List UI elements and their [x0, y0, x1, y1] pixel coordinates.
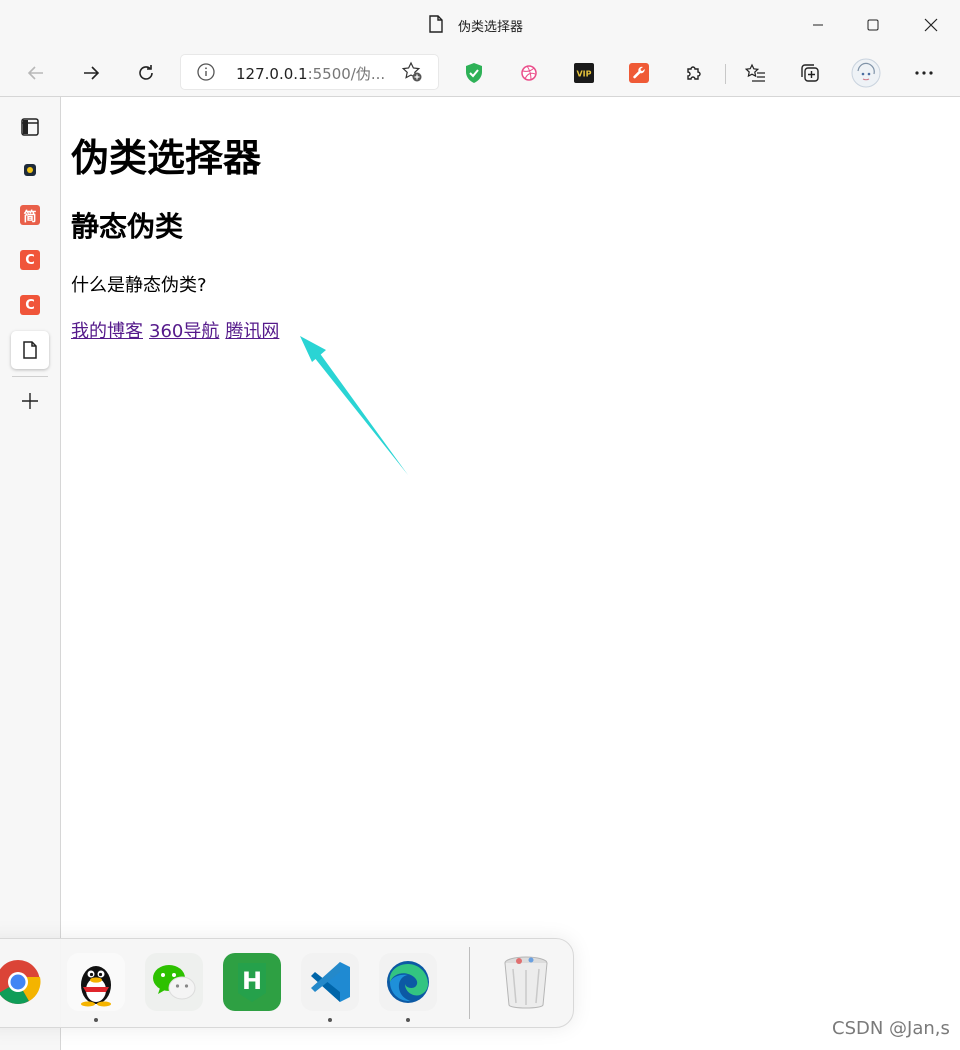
chrome-icon [0, 960, 41, 1004]
minimize-icon [813, 24, 823, 26]
toolbar-divider [725, 64, 726, 84]
window-title: 伪类选择器 [458, 20, 524, 35]
browser-toolbar: 127.0.0.1:5500/伪... VIP [0, 50, 960, 97]
add-favorite-button[interactable] [401, 61, 423, 87]
dock-chrome[interactable] [0, 953, 47, 1011]
sidebar-tab-current-file[interactable] [11, 331, 49, 369]
maximize-button[interactable] [850, 0, 896, 50]
jianshu-icon: 简 [20, 205, 40, 225]
vip-extension-button[interactable]: VIP [573, 62, 595, 84]
address-bar[interactable]: 127.0.0.1:5500/伪... [181, 55, 438, 89]
wechat-icon [153, 965, 196, 1000]
arrow-right-icon [84, 66, 100, 80]
plus-icon [22, 393, 38, 409]
qq-running-indicator [94, 1018, 98, 1022]
star-add-icon [401, 61, 422, 82]
tools-extension-button[interactable] [628, 62, 650, 84]
link-tencent[interactable]: 腾讯网 [225, 321, 279, 342]
favorites-button[interactable] [744, 62, 766, 84]
collections-icon [801, 64, 819, 82]
favorites-list-icon [744, 63, 765, 82]
tab-actions-button[interactable] [11, 108, 49, 146]
annotation-arrow [300, 336, 408, 475]
juejin-icon [24, 164, 36, 176]
collections-button[interactable] [799, 62, 821, 84]
profile-button[interactable] [851, 58, 881, 88]
more-dots-icon [915, 71, 933, 75]
dock-vscode[interactable] [301, 953, 359, 1011]
refresh-icon [139, 65, 153, 80]
file-icon [23, 341, 37, 359]
more-button[interactable] [913, 62, 935, 84]
hbuilder-icon: H [238, 963, 266, 1002]
hbuilder-letter: H [242, 967, 262, 995]
title-bar: 伪类选择器 [0, 0, 960, 50]
maximize-icon [867, 19, 879, 31]
link-my-blog[interactable]: 我的博客 [71, 321, 143, 342]
svg-text:VIP: VIP [576, 70, 591, 79]
minimize-button[interactable] [795, 0, 841, 50]
trash-icon [504, 956, 548, 1009]
csdn-icon: C [20, 250, 40, 270]
wrench-icon [629, 63, 649, 83]
question-paragraph: 什么是静态伪类? [71, 275, 207, 296]
dribbble-extension-button[interactable] [518, 62, 540, 84]
page-file-icon [428, 15, 444, 37]
adblock-extension-button[interactable] [463, 62, 485, 84]
url-path: :5500/伪... [307, 65, 386, 83]
arrow-left-icon [27, 66, 43, 80]
sidebar-tab-jianshu[interactable]: 简 [11, 196, 49, 234]
qq-penguin-icon [81, 966, 111, 1007]
vip-icon: VIP [574, 63, 594, 83]
sidebar-tab-csdn-2[interactable]: C [11, 286, 49, 324]
url-text[interactable]: 127.0.0.1:5500/伪... [236, 63, 385, 84]
link-list: 我的博客 360导航 腾讯网 [71, 317, 285, 343]
dock-wechat[interactable] [145, 953, 203, 1011]
page-heading: 伪类选择器 [71, 136, 262, 180]
dock-edge[interactable] [379, 953, 437, 1011]
url-host: 127.0.0.1 [236, 65, 308, 83]
dock-divider [469, 947, 470, 1019]
vertical-tabs-sidebar: 简 C C [0, 97, 61, 1050]
sidebar-tab-csdn-1[interactable]: C [11, 241, 49, 279]
new-tab-button[interactable] [11, 382, 49, 420]
dock-qq[interactable] [67, 953, 125, 1011]
dock-hbuilder[interactable]: H [223, 953, 281, 1011]
dribbble-icon [521, 65, 537, 81]
avatar [851, 58, 881, 88]
extensions-button[interactable] [683, 62, 705, 84]
csdn-icon: C [20, 295, 40, 315]
edge-running-indicator [406, 1018, 410, 1022]
link-360-nav[interactable]: 360导航 [149, 321, 219, 342]
puzzle-icon [687, 66, 701, 80]
sidebar-tab-juejin[interactable] [11, 151, 49, 189]
vscode-running-indicator [328, 1018, 332, 1022]
layout-icon [21, 118, 39, 136]
back-button[interactable] [20, 57, 52, 89]
csdn-watermark: CSDN @Jan,s [832, 1018, 950, 1039]
section-heading: 静态伪类 [71, 210, 184, 243]
shield-check-icon [466, 63, 482, 83]
dock-trash[interactable] [497, 953, 555, 1011]
sidebar-divider [12, 376, 48, 377]
edge-icon [387, 961, 429, 1003]
info-icon[interactable] [197, 63, 215, 85]
app-dock: H [0, 938, 574, 1028]
refresh-button[interactable] [130, 57, 162, 89]
close-icon [924, 18, 938, 32]
close-button[interactable] [908, 0, 954, 50]
vscode-icon [311, 962, 350, 1002]
forward-button[interactable] [75, 57, 107, 89]
